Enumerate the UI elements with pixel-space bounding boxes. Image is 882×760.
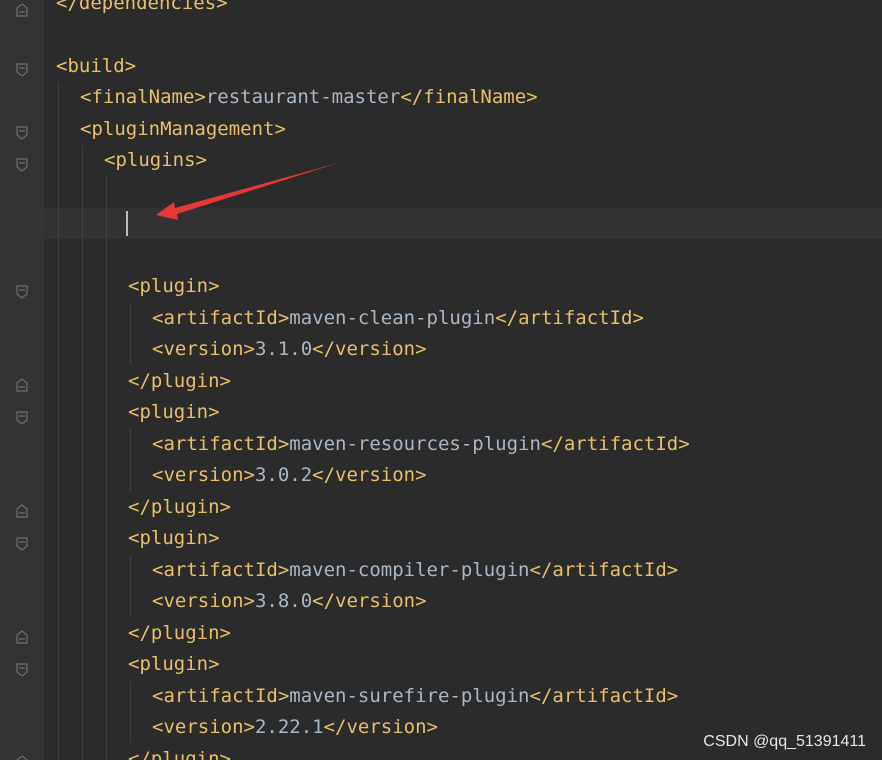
xml-tag: <plugin> (128, 275, 220, 297)
xml-text: maven-compiler-plugin (289, 559, 530, 581)
xml-tag: <version> (152, 716, 255, 738)
xml-tag: </artifactId> (529, 685, 679, 707)
xml-tag: </version> (312, 338, 427, 360)
code-line-plugins-open[interactable]: <plugins> (104, 145, 207, 176)
xml-tag: </version> (312, 464, 427, 486)
xml-tag: </version> (312, 590, 427, 612)
indent-guide-plugin-3 (130, 555, 131, 617)
fold-end-icon[interactable] (16, 627, 28, 644)
text-caret (126, 211, 128, 236)
code-line-final-name[interactable]: <finalName>restaurant-master</finalName> (80, 82, 538, 113)
xml-tag: </artifactId> (495, 307, 644, 329)
xml-tag: <plugin> (128, 527, 220, 549)
code-line-artifact-id[interactable]: <artifactId>maven-clean-plugin</artifact… (152, 303, 644, 334)
xml-text: 3.1.0 (254, 338, 313, 360)
fold-end-icon[interactable] (16, 0, 28, 17)
code-line-plugin-close[interactable]: </plugin> (128, 492, 231, 523)
xml-tag: </plugin> (128, 370, 231, 392)
xml-text: maven-surefire-plugin (289, 685, 530, 707)
xml-text: maven-clean-plugin (289, 307, 496, 329)
code-line-plugin-open[interactable]: <plugin> (128, 271, 220, 302)
indent-guide-plugin-1 (130, 303, 131, 365)
indent-guide-plugin-2 (130, 429, 131, 491)
xml-tag: <finalName> (80, 86, 206, 108)
xml-tag: <artifactId> (152, 433, 290, 455)
code-line-artifact-id[interactable]: <artifactId>maven-surefire-plugin</artif… (152, 681, 678, 712)
indent-guide-plugins (106, 176, 107, 760)
xml-tag: <version> (152, 590, 255, 612)
xml-text: 2.22.1 (254, 716, 324, 738)
current-line-gutter-highlight (0, 208, 44, 239)
xml-tag: </artifactId> (540, 433, 690, 455)
xml-tag: <build> (56, 55, 137, 77)
fold-start-icon[interactable] (16, 660, 28, 677)
xml-tag: <pluginManagement> (80, 118, 286, 140)
fold-start-icon[interactable] (16, 60, 28, 77)
code-line-plugin-open[interactable]: <plugin> (128, 523, 220, 554)
fold-start-icon[interactable] (16, 282, 28, 299)
xml-tag: <version> (152, 338, 255, 360)
xml-text: 3.0.2 (254, 464, 313, 486)
xml-tag: <plugin> (128, 401, 220, 423)
xml-tag: <artifactId> (152, 559, 290, 581)
xml-tag: <plugin> (128, 653, 220, 675)
xml-tag: <version> (152, 464, 255, 486)
code-line-dependencies-close[interactable]: </dependencies> (56, 0, 228, 19)
fold-end-icon[interactable] (16, 752, 28, 760)
xml-text: maven-resources-plugin (289, 433, 541, 455)
code-line-plugin-management-open[interactable]: <pluginManagement> (80, 114, 286, 145)
xml-tag: <artifactId> (152, 307, 290, 329)
xml-tag: <plugins> (104, 149, 207, 171)
indent-guide-plugin-4 (130, 681, 131, 743)
xml-tag: </plugin> (128, 622, 231, 644)
xml-tag: </artifactId> (529, 559, 679, 581)
code-line-version[interactable]: <version>3.0.2</version> (152, 460, 427, 491)
code-line-plugin-close[interactable]: </plugin> (128, 618, 231, 649)
code-line-build-open[interactable]: <build> (56, 51, 136, 82)
watermark-text: CSDN @qq_51391411 (703, 733, 866, 750)
xml-tag: </plugin> (128, 496, 231, 518)
code-line-artifact-id[interactable]: <artifactId>maven-compiler-plugin</artif… (152, 555, 678, 586)
indent-guide-plugin-management (82, 145, 83, 760)
code-line-version[interactable]: <version>3.8.0</version> (152, 586, 427, 617)
indent-guide-build (58, 82, 59, 760)
fold-end-icon[interactable] (16, 501, 28, 518)
xml-tag: <artifactId> (152, 685, 290, 707)
code-editor[interactable]: </dependencies> <build> <finalName>resta… (0, 0, 882, 760)
fold-end-icon[interactable] (16, 375, 28, 392)
xml-tag: </plugin> (128, 748, 231, 760)
xml-tag: </dependencies> (56, 0, 228, 14)
fold-start-icon[interactable] (16, 534, 28, 551)
code-line-plugin-open[interactable]: <plugin> (128, 397, 220, 428)
code-line-plugin-open[interactable]: <plugin> (128, 649, 220, 680)
fold-start-icon[interactable] (16, 123, 28, 140)
code-line-artifact-id[interactable]: <artifactId>maven-resources-plugin</arti… (152, 429, 690, 460)
code-line-plugin-close[interactable]: </plugin> (128, 744, 231, 760)
xml-text: 3.8.0 (254, 590, 313, 612)
code-line-plugin-close[interactable]: </plugin> (128, 366, 231, 397)
xml-text: restaurant-master (205, 86, 401, 108)
fold-start-icon[interactable] (16, 155, 28, 172)
xml-tag: </version> (323, 716, 438, 738)
code-line-version[interactable]: <version>2.22.1</version> (152, 712, 438, 743)
code-line-version[interactable]: <version>3.1.0</version> (152, 334, 427, 365)
current-line-highlight (0, 208, 882, 239)
fold-start-icon[interactable] (16, 408, 28, 425)
xml-tag: </finalName> (400, 86, 538, 108)
